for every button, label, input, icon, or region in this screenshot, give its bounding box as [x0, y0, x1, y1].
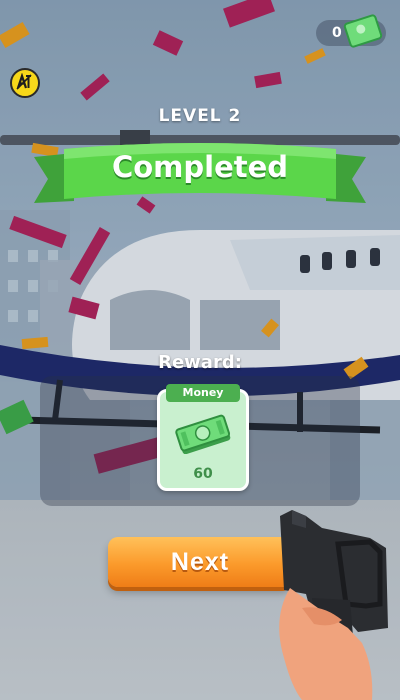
- money-stack-icon: [175, 414, 231, 454]
- reward-amount: 60: [193, 466, 213, 482]
- coin-count: 0: [332, 25, 342, 41]
- reward-card-title: Money: [166, 384, 240, 402]
- reward-label: Reward:: [158, 352, 242, 373]
- coin-counter: 0: [316, 13, 386, 49]
- no-ads-icon[interactable]: [10, 68, 40, 98]
- reward-card: Money 60: [157, 384, 249, 491]
- player-hand-pistol: [279, 510, 388, 700]
- level-title: LEVEL 2: [158, 106, 242, 126]
- completed-title: Completed: [111, 150, 289, 184]
